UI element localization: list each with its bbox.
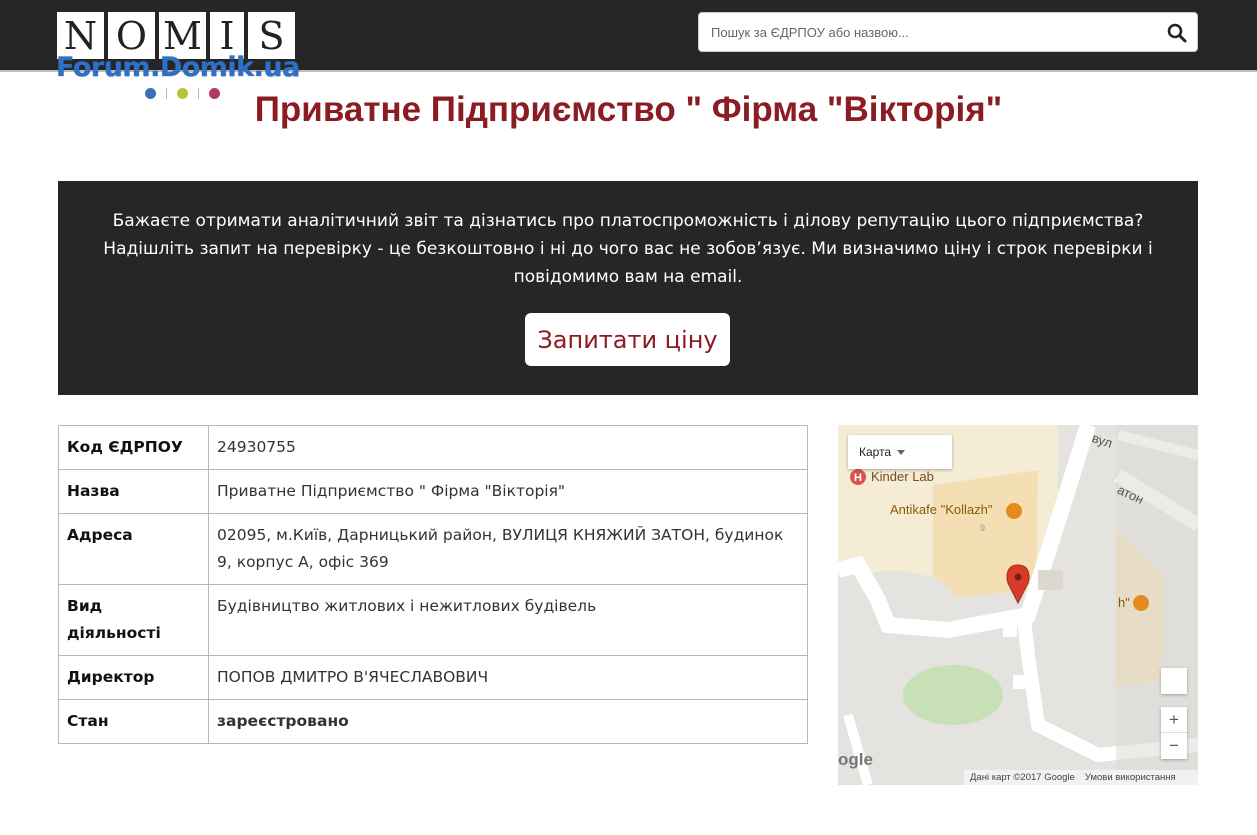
row-value: Приватне Підприємство " Фірма "Вікторія"	[208, 469, 808, 514]
row-value: Будівництво житлових і нежитлових будіве…	[208, 584, 808, 656]
table-row: Директор ПОПОВ ДМИТРО В'ЯЧЕСЛАВОВИЧ	[58, 655, 808, 700]
map-place-label: 9	[980, 523, 986, 533]
row-value: ПОПОВ ДМИТРО В'ЯЧЕСЛАВОВИЧ	[208, 655, 808, 700]
request-price-button[interactable]: Запитати ціну	[525, 313, 730, 366]
table-row: Стан зареєстровано	[58, 699, 808, 744]
map-place-label: h"	[1118, 595, 1130, 610]
map-terms-link[interactable]: Умови використання	[1085, 772, 1176, 783]
promo-banner: Бажаєте отримати аналітичний звіт та діз…	[58, 181, 1198, 395]
table-row: Назва Приватне Підприємство " Фірма "Вік…	[58, 469, 808, 514]
table-row: Адреса 02095, м.Київ, Дарницький район, …	[58, 513, 808, 585]
watermark-text: Forum.Domik.ua	[56, 52, 300, 83]
zoom-in-button[interactable]: +	[1161, 707, 1187, 733]
row-label: Стан	[58, 699, 209, 744]
promo-text: Бажаєте отримати аналітичний звіт та діз…	[103, 211, 1153, 287]
search-input[interactable]	[699, 13, 1154, 51]
svg-text:H: H	[854, 472, 862, 484]
company-details-table: Код ЄДРПОУ 24930755 Назва Приватне Підпр…	[58, 425, 808, 744]
map-place-label: Antikafe "Kollazh"	[890, 502, 993, 517]
search-button[interactable]	[1165, 21, 1189, 45]
zoom-controls: + −	[1161, 707, 1187, 759]
map-data-attribution[interactable]: Дані карт ©2017 Google	[970, 772, 1075, 783]
location-map[interactable]: H Kinder Lab Antikafe "Kollazh" 9 h" вул…	[838, 425, 1198, 785]
zoom-out-button[interactable]: −	[1161, 733, 1187, 759]
row-value: 24930755	[208, 425, 808, 470]
map-footer: Дані карт ©2017 Google Умови використання	[964, 770, 1198, 785]
google-logo: ogle	[838, 750, 873, 769]
row-label: Директор	[58, 655, 209, 700]
street-view-button[interactable]	[1161, 668, 1187, 694]
row-label: Назва	[58, 469, 209, 514]
search-icon	[1167, 23, 1187, 43]
chevron-down-icon	[897, 450, 906, 456]
row-label: Адреса	[58, 513, 209, 585]
table-row: Код ЄДРПОУ 24930755	[58, 425, 808, 470]
row-label: Вид діяльності	[58, 584, 209, 656]
table-row: Вид діяльності Будівництво житлових і не…	[58, 584, 808, 656]
map-type-dropdown[interactable]: Карта	[848, 435, 952, 469]
search-box	[698, 12, 1198, 52]
row-value: 02095, м.Київ, Дарницький район, ВУЛИЦЯ …	[208, 513, 808, 585]
page-title: Приватне Підприємство " Фірма "Вікторія"	[254, 90, 1003, 129]
row-label: Код ЄДРПОУ	[58, 425, 209, 470]
map-place-label: Kinder Lab	[871, 469, 934, 484]
map-type-label: Карта	[859, 445, 892, 459]
status-value: зареєстровано	[208, 699, 808, 744]
